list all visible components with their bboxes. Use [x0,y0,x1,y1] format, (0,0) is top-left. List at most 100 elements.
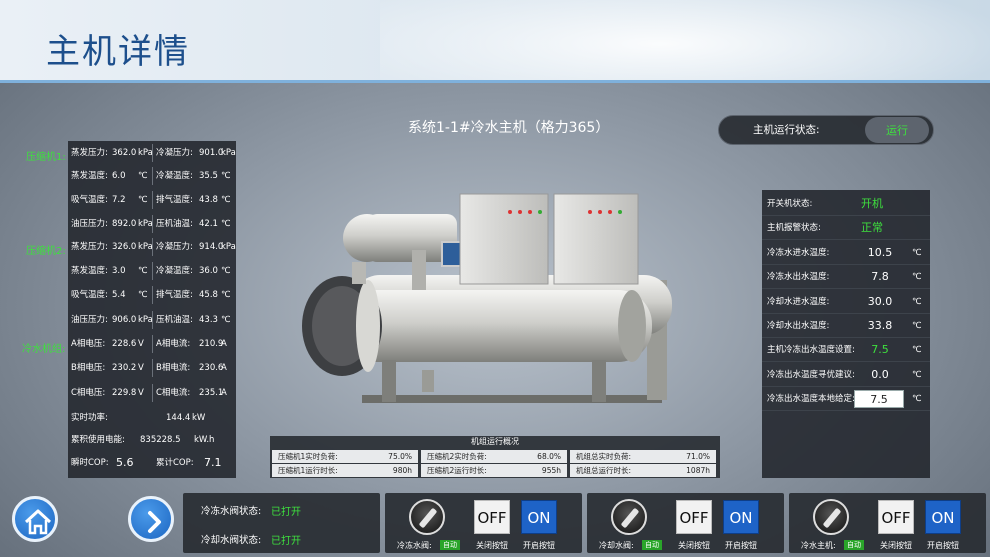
cooling-valve-status-label: 冷却水阀状态: [201,535,262,546]
column-divider [152,311,153,329]
chiller-param-value: 30.0 [867,294,893,308]
overview-label: 机组总运行时长: [576,466,632,475]
chiller-main-mode-switch[interactable] [813,499,849,535]
overview-value: 1087h [686,466,710,475]
chiller-param-row: 冷冻水进水温度: 10.5 ℃ [762,241,930,265]
overview-title: 机组运行概况 [471,437,519,446]
cumulative-cop-value: 7.1 [204,456,222,469]
param-unit: ℃ [138,171,148,181]
home-icon [24,509,52,535]
param-label: 油压压力: [71,219,108,229]
compressor-data-row: 蒸发压力: 362.0 kPa 冷凝压力: 901.0 kPa [68,142,236,164]
param-label: 冷凝压力: [156,148,193,158]
chilled-water-valve-off-button[interactable]: OFF [474,500,510,534]
overview-label: 压缩机2运行时长: [427,466,487,475]
chiller-main-control-panel: OFF ON 冷水主机: 自动 关闭按钮 开启按钮 [789,493,986,553]
instant-cop-value: 5.6 [116,456,134,469]
power-unit: kW [192,413,206,423]
switch-handle-icon [822,507,842,529]
cooling-water-valve-off-button[interactable]: OFF [676,500,712,534]
param-label: C相电压: [71,388,106,398]
param-unit: kPa [221,148,236,158]
cooling-water-valve-mode-switch[interactable] [611,499,647,535]
param-unit: ℃ [221,315,231,325]
chiller-param-label: 冷冻出水温度寻优建议: [767,369,855,380]
chiller-main-off-button[interactable]: OFF [878,500,914,534]
home-button[interactable] [12,496,58,542]
param-unit: ℃ [221,290,231,300]
overview-label: 压缩机1运行时长: [278,466,338,475]
chiller-param-unit: ℃ [912,321,922,331]
param-unit: A [221,339,227,349]
chiller-param-unit: ℃ [912,296,922,307]
off-button-caption: 关闭按钮 [880,541,912,550]
power-value: 144.4 [166,413,191,423]
param-value: 901.0 [199,148,224,158]
overview-cell: 压缩机1实时负荷: 75.0% [272,450,418,463]
column-divider [152,167,153,185]
compressor-data-row: 吸气温度: 5.4 ℃ 排气温度: 45.8 ℃ [68,284,236,306]
chiller-param-label: 主机冷冻出水温度设置: [767,345,855,356]
param-label: 蒸发压力: [71,242,108,252]
overview-value: 75.0% [388,452,412,461]
compressor-data-row: 油压压力: 906.0 kPa 压机油温: 43.3 ℃ [68,309,236,331]
param-label: 压机油温: [156,219,193,229]
param-label: 蒸发压力: [71,148,108,158]
param-value: 45.8 [199,290,218,300]
energy-value: 835228.5 [140,435,181,445]
cumulative-cop-label: 累计COP: [156,458,194,468]
param-value: 914.0 [199,242,224,252]
local-setpoint-input[interactable]: 7.5 [854,390,904,409]
param-label: 排气温度: [156,195,193,205]
energy-label: 累积使用电能: [71,435,125,445]
column-divider [152,191,153,209]
chiller-main-on-button[interactable]: ON [925,500,961,534]
header-divider [0,80,990,83]
param-value: 7.2 [112,195,126,205]
run-status-value: 运行 [865,117,929,143]
chilled-water-valve-label: 冷冻水阀: [397,541,432,550]
chiller-param-value: 开机 [861,197,883,210]
on-button-caption: 开启按钮 [523,541,555,550]
chiller-param-value: 10.5 [867,245,893,259]
param-value: 6.0 [112,171,126,181]
on-button-caption: 开启按钮 [927,541,959,550]
chilled-water-valve-mode-switch[interactable] [409,499,445,535]
chiller-param-unit: ℃ [912,272,922,283]
param-label: 压机油温: [156,315,193,325]
cooling-water-valve-on-button[interactable]: ON [723,500,759,534]
compressor-data-row: B相电压: 230.2 V B相电流: 230.6 A [68,357,236,379]
cooling-valve-status-value: 已打开 [271,536,301,547]
compressor-data-row: 油压压力: 892.0 kPa 压机油温: 42.1 ℃ [68,213,236,235]
param-value: 42.1 [199,219,218,229]
param-unit: kPa [221,242,236,252]
param-unit: ℃ [221,266,231,276]
param-unit: kPa [138,219,153,229]
chiller-param-label: 开关机状态: [767,199,813,209]
power-row: 实时功率: 144.4 kW [68,407,236,429]
param-label: B相电流: [156,363,191,373]
chiller-param-row: 冷却水出水温度: 33.8 ℃ [762,314,930,338]
param-label: A相电压: [71,339,106,349]
param-value: 210.9 [199,339,224,349]
chiller-param-label: 冷冻水出水温度: [767,272,830,283]
overview-cell: 压缩机2运行时长: 955h [421,464,567,477]
chilled-water-valve-on-button[interactable]: ON [521,500,557,534]
run-status-label: 主机运行状态: [753,124,820,136]
param-label: 排气温度: [156,290,193,300]
chiller-param-label: 冷却水进水温度: [767,296,830,307]
column-divider [152,215,153,233]
overview-value: 68.0% [537,452,561,461]
param-label: 蒸发温度: [71,171,108,181]
param-label: 冷凝温度: [156,266,193,276]
next-page-button[interactable] [128,496,174,542]
instant-cop-label: 瞬时COP: [71,458,109,468]
param-unit: A [221,363,227,373]
param-value: 43.8 [199,195,218,205]
chiller-image [302,193,672,403]
overview-label: 机组总实时负荷: [576,452,632,461]
column-divider [152,262,153,280]
chiller-param-value: 正常 [861,221,883,235]
chiller-param-unit: ℃ [912,394,922,405]
param-value: 362.0 [112,148,137,158]
